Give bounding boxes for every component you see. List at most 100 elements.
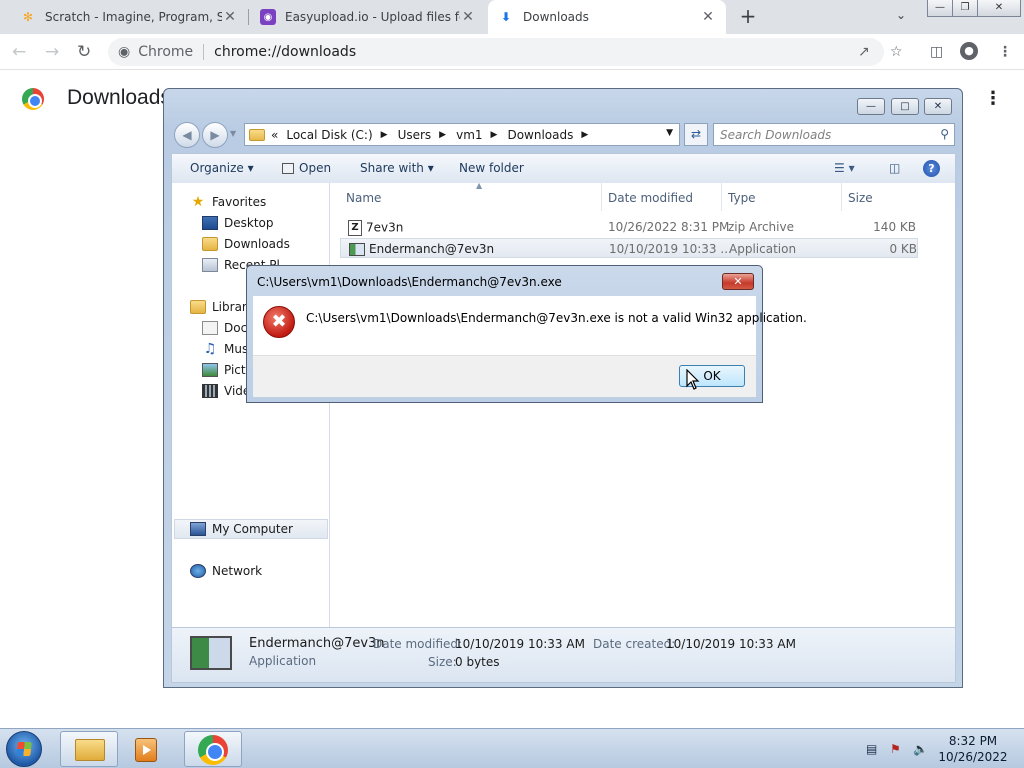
nav-downloads[interactable]: Downloads (202, 237, 290, 251)
system-clock[interactable]: 8:32 PM 10/26/2022 (936, 733, 1010, 765)
file-name: Endermanch@7ev3n (349, 242, 494, 256)
column-label: Size (848, 191, 873, 205)
file-row-selected[interactable]: Endermanch@7ev3n 10/10/2019 10:33 ... Ap… (340, 238, 918, 258)
tab-title: Easyupload.io - Upload files for free (285, 10, 460, 24)
back-arrow-icon[interactable]: ← (12, 42, 26, 62)
close-icon[interactable]: ✕ (222, 9, 238, 25)
details-date-created: 10/10/2019 10:33 AM (666, 637, 796, 651)
bookmark-star-icon[interactable]: ☆ (890, 44, 903, 60)
breadcrumb-overflow[interactable]: « (271, 128, 278, 142)
taskbar-chrome-button[interactable] (184, 731, 242, 767)
tab-title: Downloads (523, 10, 589, 24)
share-with-label: Share with (360, 161, 424, 175)
tab-downloads[interactable]: ⬇ Downloads ✕ (488, 0, 726, 34)
recent-places-icon (202, 258, 218, 272)
nav-desktop[interactable]: Desktop (202, 216, 274, 230)
file-row[interactable]: Z 7ev3n 10/26/2022 8:31 PM zip Archive 14… (340, 217, 918, 237)
desktop-icon (202, 216, 218, 230)
breadcrumb-downloads[interactable]: Downloads (507, 128, 573, 142)
address-bar[interactable]: « Local Disk (C:) ▶ Users ▶ vm1 ▶ Downlo… (244, 123, 680, 146)
share-with-button[interactable]: Share with ▾ (360, 161, 434, 175)
chrome-toolbar: ← → ↻ ◉ Chrome chrome://downloads ↗ ☆ ◫ … (0, 34, 1024, 70)
taskbar-media-player-button[interactable] (122, 731, 180, 767)
pictures-icon (202, 363, 218, 377)
column-header-type[interactable]: Type (722, 183, 842, 211)
breadcrumb-vm1[interactable]: vm1 (456, 128, 482, 142)
tab-search-chevron-icon[interactable]: ⌄ (896, 8, 906, 22)
new-tab-button[interactable]: + (737, 6, 759, 28)
tab-easyupload[interactable]: ◉ Easyupload.io - Upload files for free … (250, 0, 486, 34)
action-center-icon[interactable]: ⚑ (890, 742, 901, 756)
minimize-button[interactable]: — (927, 0, 953, 17)
search-icon[interactable]: ⚲ (940, 127, 949, 141)
side-panel-icon[interactable]: ◫ (930, 44, 943, 60)
file-size: 140 KB (873, 220, 916, 234)
nav-favorites[interactable]: ★ Favorites (190, 194, 267, 210)
open-label: Open (299, 161, 332, 175)
nav-network[interactable]: Network (190, 564, 262, 578)
nav-libraries[interactable]: Librari (190, 300, 250, 314)
tab-separator (248, 9, 249, 25)
view-options-icon[interactable]: ☰ ▾ (834, 161, 855, 175)
open-button[interactable]: Open (282, 161, 331, 175)
explorer-close-button[interactable]: ✕ (924, 98, 952, 115)
new-folder-button[interactable]: New folder (459, 161, 524, 175)
refresh-icon[interactable]: ⇄ (684, 123, 708, 146)
chrome-menu-icon[interactable]: ⋮ (998, 44, 1012, 60)
nav-videos[interactable]: Vide (202, 384, 250, 398)
recent-pages-chevron-icon[interactable]: ▼ (230, 129, 236, 138)
breadcrumb-arrow-icon[interactable]: ▶ (439, 130, 446, 140)
downloads-menu-icon[interactable]: ⋮ (984, 88, 1002, 109)
preview-pane-icon[interactable]: ◫ (889, 161, 900, 175)
close-window-button[interactable]: ✕ (977, 0, 1021, 17)
command-bar: Organize ▾ Open Share with ▾ New folder … (171, 153, 956, 183)
omnibox[interactable]: ◉ Chrome chrome://downloads (108, 38, 884, 66)
forward-arrow-icon[interactable]: → (45, 42, 59, 62)
start-button[interactable] (6, 731, 42, 767)
address-dropdown-icon[interactable]: ▼ (666, 128, 673, 138)
profile-avatar-icon[interactable]: ● (960, 42, 978, 60)
taskbar-explorer-button[interactable] (60, 731, 118, 767)
address-row: ◀ ▶ ▼ « Local Disk (C:) ▶ Users ▶ vm1 ▶ … (172, 122, 956, 148)
site-label: Chrome (138, 44, 194, 60)
breadcrumb-arrow-icon[interactable]: ▶ (581, 130, 588, 140)
dialog-close-button[interactable]: ✕ (722, 273, 754, 290)
forward-button[interactable]: ▶ (202, 122, 228, 148)
details-date-modified-label: Date modified: (373, 637, 463, 651)
organize-button[interactable]: Organize ▾ (190, 161, 254, 175)
details-size: 0 bytes (455, 655, 500, 669)
volume-icon[interactable]: 🔈 (913, 742, 928, 756)
file-name: Z 7ev3n (348, 220, 403, 236)
tab-scratch[interactable]: ✻ Scratch - Imagine, Program, Share ✕ (10, 0, 248, 34)
explorer-maximize-button[interactable]: □ (891, 98, 919, 115)
column-header-name[interactable]: Name ▲ (340, 181, 602, 211)
back-button[interactable]: ◀ (174, 122, 200, 148)
column-header-size[interactable]: Size (842, 183, 920, 211)
application-icon (349, 243, 365, 256)
breadcrumb-arrow-icon[interactable]: ▶ (381, 130, 388, 140)
dialog-footer: OK (253, 355, 756, 397)
nav-music[interactable]: ♫ Musi (202, 342, 252, 356)
clock-time: 8:32 PM (948, 734, 998, 748)
chrome-logo-icon (22, 88, 44, 110)
column-header-date[interactable]: Date modified (602, 183, 722, 211)
close-icon[interactable]: ✕ (460, 9, 476, 25)
explorer-minimize-button[interactable]: — (857, 98, 885, 115)
star-icon: ★ (191, 194, 205, 210)
breadcrumb-arrow-icon[interactable]: ▶ (491, 130, 498, 140)
breadcrumb-users[interactable]: Users (398, 128, 432, 142)
tab-title: Scratch - Imagine, Program, Share (45, 10, 222, 24)
nav-my-computer[interactable]: My Computer (190, 522, 293, 536)
dialog-body: ✖ C:\Users\vm1\Downloads\Endermanch@7ev3… (253, 296, 807, 355)
search-input[interactable]: Search Downloads ⚲ (713, 123, 955, 146)
network-tray-icon[interactable]: ▤ (866, 742, 877, 756)
restore-button[interactable]: ❐ (952, 0, 978, 17)
media-player-icon (135, 738, 157, 762)
close-icon[interactable]: ✕ (700, 9, 716, 25)
share-icon[interactable]: ↗ (858, 44, 870, 60)
reload-icon[interactable]: ↻ (77, 42, 91, 62)
download-icon: ⬇ (500, 10, 512, 24)
help-icon[interactable]: ? (923, 160, 940, 177)
nav-label: Librari (212, 300, 251, 314)
breadcrumb-local-disk[interactable]: Local Disk (C:) (286, 128, 372, 142)
